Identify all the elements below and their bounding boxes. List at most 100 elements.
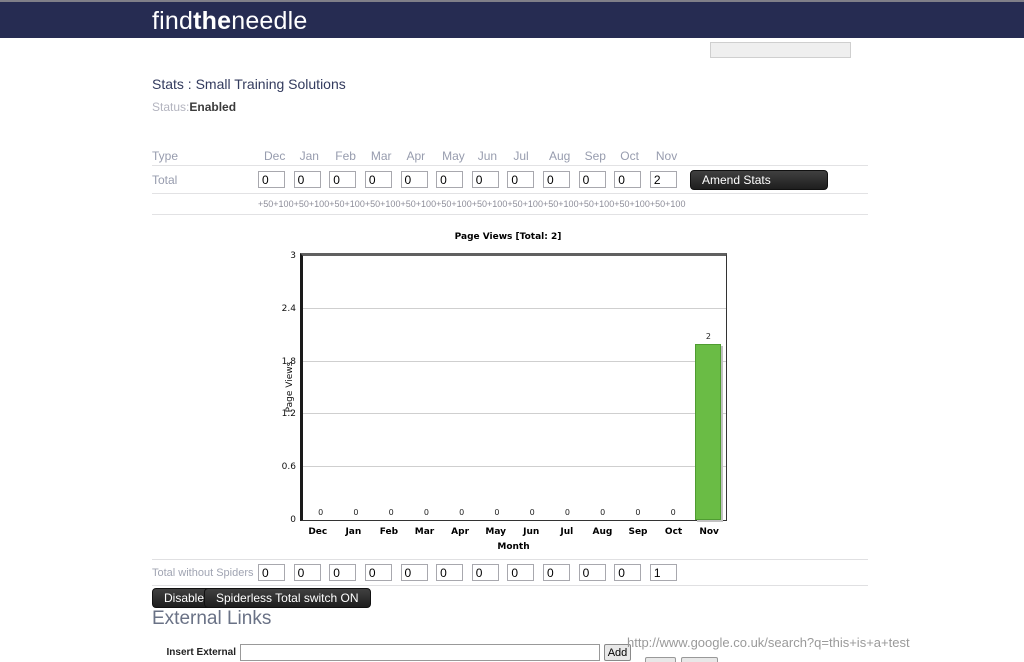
spider-stat-input[interactable] — [401, 564, 428, 581]
chart-slot-jul: 0 — [550, 256, 585, 520]
month-stat-input[interactable] — [650, 171, 677, 188]
chart-x-tick: Sep — [620, 527, 656, 537]
increment-link[interactable]: +50+100 — [507, 199, 543, 209]
increment-link[interactable]: +50+100 — [258, 199, 294, 209]
insert-external-input[interactable] — [240, 644, 600, 661]
chart-value-label: 0 — [620, 508, 655, 517]
month-header: Sep — [579, 149, 615, 163]
chart-x-axis: DecJanFebMarAprMayJunJulAugSepOctNov — [300, 527, 727, 537]
increment-link[interactable]: +50+100 — [365, 199, 401, 209]
spider-stat-input[interactable] — [614, 564, 641, 581]
chart-x-tick: Jan — [336, 527, 372, 537]
site-header: findtheneedle — [0, 2, 1024, 38]
stats-table: Type DecJanFebMarAprMayJunJulAugSepOctNo… — [152, 146, 868, 215]
chart-x-tick: Dec — [300, 527, 336, 537]
month-stat-input[interactable] — [294, 171, 321, 188]
chart-value-label: 0 — [515, 508, 550, 517]
increment-link[interactable]: +50+100 — [543, 199, 579, 209]
external-links-heading: External Links — [152, 608, 271, 630]
chart-value-label: 0 — [338, 508, 373, 517]
month-stat-input[interactable] — [543, 171, 570, 188]
chart-y-label-wrap: Page Views — [284, 253, 296, 521]
spiders-row: Total without Spiders — [152, 559, 868, 586]
partial-button-1[interactable] — [645, 657, 676, 662]
search-input[interactable] — [710, 42, 851, 58]
spider-stat-input[interactable] — [329, 564, 356, 581]
chart-value-label: 0 — [444, 508, 479, 517]
page-title: Stats : Small Training Solutions — [152, 76, 346, 92]
chart-slot-nov: 2 — [691, 256, 726, 520]
month-stat-input[interactable] — [472, 171, 499, 188]
chart-x-tick: Jun — [513, 527, 549, 537]
spider-stat-input[interactable] — [650, 564, 677, 581]
page-views-chart: Page Views [Total: 2] 00.61.21.82.43 Pag… — [283, 228, 733, 560]
chart-x-tick: Mar — [407, 527, 443, 537]
external-url-link[interactable]: http://www.google.co.uk/search?q=this+is… — [627, 635, 910, 650]
status-row: Status:Enabled — [152, 100, 236, 114]
chart-slot-jun: 0 — [515, 256, 550, 520]
chart-value-label: 0 — [374, 508, 409, 517]
chart-slot-aug: 0 — [585, 256, 620, 520]
month-header: Feb — [329, 149, 365, 163]
month-stat-input[interactable] — [507, 171, 534, 188]
spider-stat-input[interactable] — [543, 564, 570, 581]
spider-stat-input[interactable] — [436, 564, 463, 581]
admin-stats-page: findtheneedle HomeFeedbackAdmin U.Admin … — [0, 0, 1024, 662]
spider-stat-input[interactable] — [507, 564, 534, 581]
month-stat-input[interactable] — [258, 171, 285, 188]
chart-x-tick: Feb — [371, 527, 407, 537]
month-stat-input[interactable] — [436, 171, 463, 188]
month-header: Dec — [258, 149, 294, 163]
stats-total-row: Total Amend Stats — [152, 166, 868, 194]
amend-stats-button[interactable]: Amend Stats — [690, 170, 828, 190]
chart-x-tick: Apr — [442, 527, 478, 537]
chart-value-label: 0 — [656, 508, 691, 517]
chart-title: Page Views [Total: 2] — [283, 232, 733, 242]
chart-x-tick: Aug — [585, 527, 621, 537]
month-stat-input[interactable] — [579, 171, 606, 188]
chart-slot-mar: 0 — [409, 256, 444, 520]
month-header: Apr — [401, 149, 437, 163]
increment-link[interactable]: +50+100 — [436, 199, 472, 209]
chart-value-label: 0 — [479, 508, 514, 517]
increment-link[interactable]: +50+100 — [472, 199, 508, 209]
increment-link[interactable]: +50+100 — [401, 199, 437, 209]
month-header: Oct — [614, 149, 650, 163]
type-header: Type — [152, 149, 258, 163]
month-header: Mar — [365, 149, 401, 163]
chart-x-tick: May — [478, 527, 514, 537]
month-stat-input[interactable] — [614, 171, 641, 188]
increment-link[interactable]: +50+100 — [579, 199, 615, 209]
increment-link[interactable]: +50+100 — [329, 199, 365, 209]
spider-stat-input[interactable] — [579, 564, 606, 581]
increment-link[interactable]: +50+100 — [650, 199, 686, 209]
chart-slot-oct: 0 — [656, 256, 691, 520]
spider-stat-input[interactable] — [365, 564, 392, 581]
chart-slots: 000000000002 — [303, 256, 726, 520]
chart-slot-jan: 0 — [338, 256, 373, 520]
status-value: Enabled — [189, 100, 236, 114]
chart-value-label: 0 — [303, 508, 338, 517]
month-stat-input[interactable] — [329, 171, 356, 188]
spider-stat-input[interactable] — [258, 564, 285, 581]
spiderless-switch-button[interactable]: Spiderless Total switch ON — [204, 588, 371, 608]
logo-the: the — [193, 7, 231, 35]
month-header: Aug — [543, 149, 579, 163]
findtheneedle-logo[interactable]: findtheneedle — [152, 7, 308, 36]
spiders-label: Total without Spiders — [152, 567, 258, 579]
month-stat-input[interactable] — [401, 171, 428, 188]
total-label: Total — [152, 173, 258, 187]
month-stat-input[interactable] — [365, 171, 392, 188]
month-header: Jul — [507, 149, 543, 163]
partial-button-2[interactable] — [681, 657, 718, 662]
chart-x-tick: Nov — [691, 527, 727, 537]
status-label: Status: — [152, 100, 189, 114]
increment-link[interactable]: +50+100 — [294, 199, 330, 209]
chart-value-label: 0 — [585, 508, 620, 517]
spider-stat-input[interactable] — [472, 564, 499, 581]
increment-link[interactable]: +50+100 — [614, 199, 650, 209]
chart-value-label: 0 — [409, 508, 444, 517]
search-icon[interactable] — [855, 41, 869, 57]
month-header: Jan — [294, 149, 330, 163]
spider-stat-input[interactable] — [294, 564, 321, 581]
